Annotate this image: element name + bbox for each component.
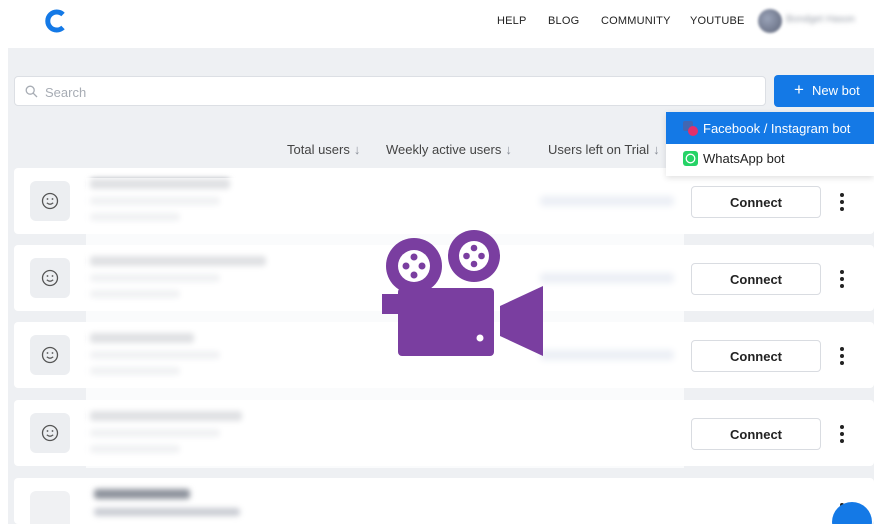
connect-label: Connect (730, 272, 782, 287)
search-box[interactable] (14, 76, 766, 106)
new-bot-label: New bot (812, 83, 860, 98)
facebook-instagram-icon (683, 121, 698, 136)
connect-label: Connect (730, 195, 782, 210)
nav-blog-link[interactable]: BLOG (548, 15, 579, 27)
column-weekly-active-users[interactable]: Weekly active users ↓ (386, 142, 512, 157)
user-avatar[interactable] (758, 9, 782, 33)
top-navbar: HELP BLOG COMMUNITY YOUTUBE Bondget Haso… (0, 0, 874, 44)
bot-detail-redacted (94, 508, 240, 516)
bot-avatar (30, 181, 70, 221)
sort-arrow-icon: ↓ (505, 142, 512, 157)
dropdown-item-label: WhatsApp bot (703, 151, 785, 166)
dropdown-item-label: Facebook / Instagram bot (703, 121, 851, 136)
more-options-icon[interactable] (836, 267, 848, 291)
bot-avatar (30, 491, 70, 524)
smiley-icon (41, 346, 59, 364)
smiley-icon (41, 269, 59, 287)
dropdown-item-whatsapp[interactable]: WhatsApp bot (666, 148, 874, 180)
connect-button[interactable]: Connect (691, 340, 821, 372)
new-bot-dropdown: Facebook / Instagram bot WhatsApp bot (666, 112, 874, 176)
connect-label: Connect (730, 349, 782, 364)
bot-avatar (30, 335, 70, 375)
column-total-users[interactable]: Total users ↓ (287, 142, 360, 157)
column-label: Weekly active users (386, 142, 502, 157)
connect-button[interactable]: Connect (691, 186, 821, 218)
logo-icon[interactable] (44, 8, 68, 34)
bot-row[interactable] (14, 478, 874, 524)
bot-avatar (30, 413, 70, 453)
search-input[interactable] (45, 83, 745, 101)
connect-button[interactable]: Connect (691, 263, 821, 295)
nav-youtube-link[interactable]: YOUTUBE (690, 15, 745, 27)
plus-icon: + (794, 80, 804, 99)
app-page: HELP BLOG COMMUNITY YOUTUBE Bondget Haso… (0, 0, 874, 524)
connect-label: Connect (730, 427, 782, 442)
connect-button[interactable]: Connect (691, 418, 821, 450)
nav-community-link[interactable]: COMMUNITY (601, 15, 671, 27)
new-bot-button[interactable]: + New bot (774, 75, 874, 107)
column-label: Users left on Trial (548, 142, 650, 157)
nav-help-link[interactable]: HELP (497, 15, 527, 27)
more-options-icon[interactable] (836, 190, 848, 214)
dropdown-item-facebook-instagram[interactable]: Facebook / Instagram bot (666, 112, 874, 144)
whatsapp-icon (683, 151, 698, 166)
bot-name-redacted (94, 489, 190, 499)
search-icon (25, 85, 38, 98)
smiley-icon (41, 192, 59, 210)
smiley-icon (41, 424, 59, 442)
bot-avatar (30, 258, 70, 298)
column-label: Total users (287, 142, 350, 157)
sort-arrow-icon: ↓ (653, 142, 660, 157)
user-name[interactable]: Bondget Hason (786, 14, 855, 25)
more-options-icon[interactable] (836, 422, 848, 446)
video-camera-icon[interactable] (380, 226, 546, 358)
sort-arrow-icon: ↓ (353, 142, 361, 157)
column-users-left-on-trial[interactable]: Users left on Trial ↓ (548, 142, 660, 157)
more-options-icon[interactable] (836, 344, 848, 368)
